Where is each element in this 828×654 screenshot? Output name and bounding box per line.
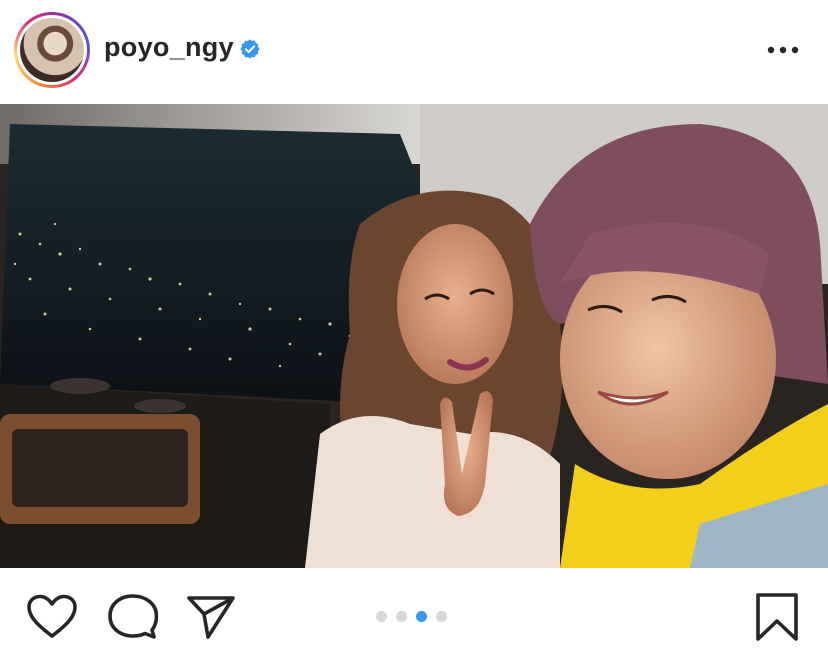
story-ring-avatar[interactable]	[14, 12, 90, 88]
carousel-dot[interactable]	[376, 611, 387, 622]
more-options-icon[interactable]	[766, 44, 800, 56]
carousel-dot[interactable]	[396, 611, 407, 622]
bookmark-icon[interactable]	[754, 592, 800, 642]
post-header: poyo_ngy	[0, 0, 828, 104]
post-photo[interactable]	[0, 104, 828, 568]
verified-badge-icon	[240, 39, 260, 59]
photo-illustration	[0, 104, 828, 568]
avatar[interactable]	[20, 18, 84, 82]
carousel-dot-active[interactable]	[416, 611, 427, 622]
share-icon[interactable]	[186, 594, 236, 640]
heart-icon[interactable]	[26, 594, 78, 640]
carousel-dot[interactable]	[436, 611, 447, 622]
username-link[interactable]: poyo_ngy	[104, 32, 234, 63]
action-bar	[0, 568, 828, 654]
comment-icon[interactable]	[108, 594, 158, 640]
